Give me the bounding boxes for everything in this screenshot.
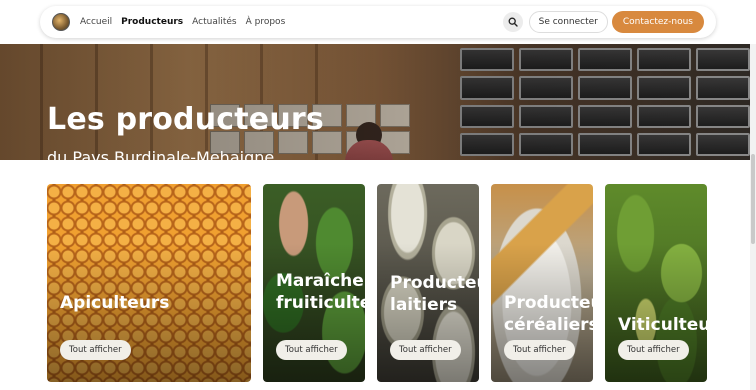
show-all-button[interactable]: Tout afficher (390, 340, 461, 360)
card-title: Apiculteurs (60, 293, 170, 313)
nav-link-a-propos[interactable]: À propos (246, 17, 286, 27)
card-title: Maraîchers et fruiticulteurs (276, 271, 365, 313)
category-card-apiculteurs[interactable]: Apiculteurs Tout afficher (47, 184, 251, 382)
category-card-cerealiers[interactable]: Producteurs céréaliers Tout afficher (491, 184, 593, 382)
card-title: Viticulteurs (618, 315, 707, 335)
search-button[interactable] (502, 12, 523, 32)
scrollbar-thumb[interactable] (751, 154, 755, 244)
show-all-button[interactable]: Tout afficher (504, 340, 575, 360)
site-logo[interactable] (52, 13, 70, 31)
show-all-button[interactable]: Tout afficher (276, 340, 347, 360)
page-title: Les producteurs (47, 102, 324, 137)
show-all-button[interactable]: Tout afficher (60, 340, 131, 360)
contact-button[interactable]: Contactez-nous (611, 11, 704, 33)
page-scrollbar[interactable] (750, 44, 756, 390)
login-button[interactable]: Se connecter (528, 11, 608, 33)
category-card-maraichers[interactable]: Maraîchers et fruiticulteurs Tout affich… (263, 184, 365, 382)
card-title: Producteurs céréaliers (504, 293, 593, 335)
category-card-viticulteurs[interactable]: Viticulteurs Tout afficher (605, 184, 707, 382)
category-card-laitiers[interactable]: Producteurs laitiers Tout afficher (377, 184, 479, 382)
nav-link-producteurs[interactable]: Producteurs (121, 17, 183, 27)
page: Les producteurs du Pays Burdinale-Mehaig… (0, 0, 756, 390)
page-subtitle: du Pays Burdinale-Mehaigne (47, 148, 275, 160)
search-icon (508, 17, 518, 27)
show-all-button[interactable]: Tout afficher (618, 340, 689, 360)
nav-link-accueil[interactable]: Accueil (80, 17, 112, 27)
nav-link-actualites[interactable]: Actualités (192, 17, 236, 27)
card-title: Producteurs laitiers (390, 273, 479, 315)
hero-banner: Les producteurs du Pays Burdinale-Mehaig… (0, 44, 756, 160)
top-navbar: Accueil Producteurs Actualités À propos … (40, 6, 716, 38)
